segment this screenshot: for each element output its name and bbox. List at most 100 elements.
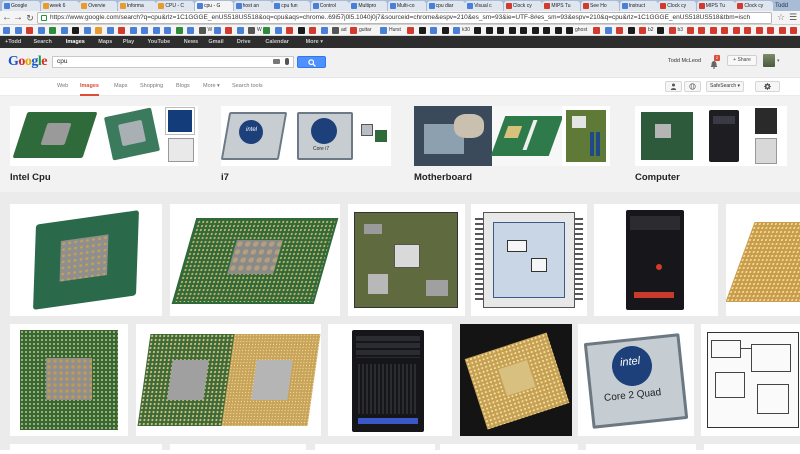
browser-tab[interactable]: Visual c bbox=[465, 1, 504, 11]
google-logo[interactable]: Google bbox=[8, 54, 47, 70]
bookmark-item[interactable] bbox=[686, 27, 696, 34]
browser-tab[interactable]: Google bbox=[2, 1, 40, 11]
image-view-button[interactable] bbox=[665, 81, 682, 92]
gbar-link-maps[interactable]: Maps bbox=[98, 36, 112, 48]
chevron-down-icon[interactable]: ▾ bbox=[777, 58, 780, 64]
bookmark-item[interactable] bbox=[72, 27, 81, 34]
safesearch-button[interactable]: SafeSearch ▾ bbox=[706, 81, 744, 92]
related-card-computer[interactable]: Computer bbox=[635, 106, 787, 186]
bookmark-item[interactable]: k30 bbox=[453, 27, 470, 34]
browser-tab[interactable]: Control bbox=[310, 1, 349, 11]
back-icon[interactable]: ← bbox=[2, 12, 12, 24]
browser-tab[interactable]: Instruct bbox=[619, 1, 658, 11]
bookmark-item[interactable] bbox=[225, 27, 234, 34]
gbar-link-todd[interactable]: +Todd bbox=[5, 36, 21, 48]
image-result[interactable]: intel Core 2 Quad bbox=[578, 324, 694, 436]
browser-tab[interactable]: week 6 bbox=[40, 1, 79, 11]
microphone-icon[interactable] bbox=[285, 58, 289, 65]
bookmark-item[interactable] bbox=[418, 27, 428, 34]
bookmark-item[interactable] bbox=[3, 27, 12, 34]
browser-tab[interactable]: cpu diar bbox=[426, 1, 465, 11]
bookmark-item[interactable] bbox=[554, 27, 564, 34]
bookmark-item[interactable] bbox=[129, 27, 139, 34]
bookmark-item[interactable] bbox=[83, 27, 93, 34]
share-button[interactable]: + Share bbox=[727, 55, 757, 66]
bookmark-item[interactable]: ghost bbox=[566, 27, 587, 34]
bookmark-item[interactable] bbox=[744, 27, 753, 34]
reload-icon[interactable]: ↻ bbox=[25, 12, 35, 24]
tab-web[interactable]: Web bbox=[57, 78, 68, 94]
bookmark-item[interactable] bbox=[721, 27, 730, 34]
bookmark-item[interactable] bbox=[698, 27, 707, 34]
tab-shopping[interactable]: Shopping bbox=[140, 78, 163, 94]
tab-maps[interactable]: Maps bbox=[114, 78, 127, 94]
image-result[interactable] bbox=[440, 444, 578, 454]
image-result[interactable] bbox=[594, 204, 718, 316]
bookmark-item[interactable] bbox=[14, 27, 24, 34]
gbar-link-images[interactable]: Images bbox=[66, 36, 85, 48]
settings-button[interactable] bbox=[755, 81, 780, 92]
browser-tab[interactable]: cpu - G bbox=[195, 1, 233, 11]
gbar-link-drive[interactable]: Drive bbox=[237, 36, 251, 48]
bookmark-item[interactable] bbox=[543, 27, 552, 34]
browser-tab[interactable]: Clock cy bbox=[503, 1, 542, 11]
bookmark-item[interactable] bbox=[485, 27, 495, 34]
search-input[interactable]: cpu bbox=[52, 56, 294, 68]
bookmark-item[interactable] bbox=[213, 27, 223, 34]
bookmark-item[interactable] bbox=[286, 27, 295, 34]
image-result[interactable] bbox=[10, 444, 162, 454]
related-card-i7[interactable]: intel Core i7 i7 bbox=[221, 106, 391, 186]
bookmark-item[interactable] bbox=[627, 27, 637, 34]
gbar-link-more[interactable]: More ▾ bbox=[306, 36, 323, 48]
globe-button[interactable] bbox=[684, 81, 701, 92]
bookmark-item[interactable] bbox=[531, 27, 541, 34]
image-result[interactable] bbox=[704, 444, 800, 454]
bookmark-item[interactable] bbox=[430, 27, 439, 34]
image-result[interactable] bbox=[315, 444, 435, 454]
window-user-label[interactable]: Todd bbox=[775, 1, 788, 11]
notification-bell-icon[interactable]: 2 bbox=[710, 55, 720, 69]
bookmark-item[interactable] bbox=[274, 27, 284, 34]
browser-tab[interactable]: MIPS Tu bbox=[696, 1, 735, 11]
bookmark-item[interactable] bbox=[441, 27, 451, 34]
bookmark-item[interactable] bbox=[263, 27, 272, 34]
image-result[interactable] bbox=[701, 324, 800, 436]
image-result[interactable] bbox=[136, 324, 321, 436]
browser-menu-icon[interactable]: ☰ bbox=[789, 12, 797, 23]
bookmark-item[interactable] bbox=[37, 27, 47, 34]
forward-icon[interactable]: → bbox=[13, 12, 23, 24]
bookmark-item[interactable]: Hurst bbox=[380, 27, 401, 34]
image-result[interactable] bbox=[348, 204, 465, 316]
bookmark-star-icon[interactable]: ☆ bbox=[777, 12, 785, 23]
bookmark-item[interactable] bbox=[49, 27, 58, 34]
browser-tab[interactable]: MIPS Tu bbox=[542, 1, 581, 11]
bookmark-item[interactable] bbox=[520, 27, 529, 34]
bookmark-item[interactable]: W bbox=[248, 27, 262, 34]
bookmark-item[interactable] bbox=[767, 27, 776, 34]
bookmark-item[interactable] bbox=[152, 27, 162, 34]
bookmark-item[interactable] bbox=[474, 27, 483, 34]
related-card-motherboard[interactable]: Motherboard bbox=[414, 106, 610, 186]
browser-tab[interactable]: cpu fun bbox=[272, 1, 311, 11]
image-result[interactable] bbox=[328, 324, 452, 436]
bookmark-item[interactable] bbox=[164, 27, 173, 34]
bookmark-item[interactable] bbox=[309, 27, 318, 34]
bookmark-item[interactable] bbox=[236, 27, 246, 34]
image-result[interactable] bbox=[586, 444, 696, 454]
browser-tab[interactable]: See Ho bbox=[581, 1, 619, 11]
browser-tab[interactable]: Multi-co bbox=[388, 1, 426, 11]
bookmark-item[interactable] bbox=[26, 27, 35, 34]
browser-tab[interactable]: Clock cy bbox=[658, 1, 697, 11]
browser-tab[interactable]: Overvie bbox=[79, 1, 118, 11]
avatar[interactable] bbox=[763, 54, 775, 67]
image-result[interactable] bbox=[10, 324, 128, 436]
search-tools-button[interactable]: Search tools bbox=[232, 78, 263, 94]
bookmark-item[interactable] bbox=[732, 27, 742, 34]
gbar-link-news[interactable]: News bbox=[184, 36, 198, 48]
bookmark-item[interactable] bbox=[593, 27, 602, 34]
bookmark-item[interactable]: b3 bbox=[668, 27, 683, 34]
gbar-link-gmail[interactable]: Gmail bbox=[208, 36, 223, 48]
tab-images[interactable]: Images bbox=[80, 78, 99, 96]
image-result[interactable] bbox=[170, 444, 306, 454]
bookmark-item[interactable] bbox=[497, 27, 506, 34]
